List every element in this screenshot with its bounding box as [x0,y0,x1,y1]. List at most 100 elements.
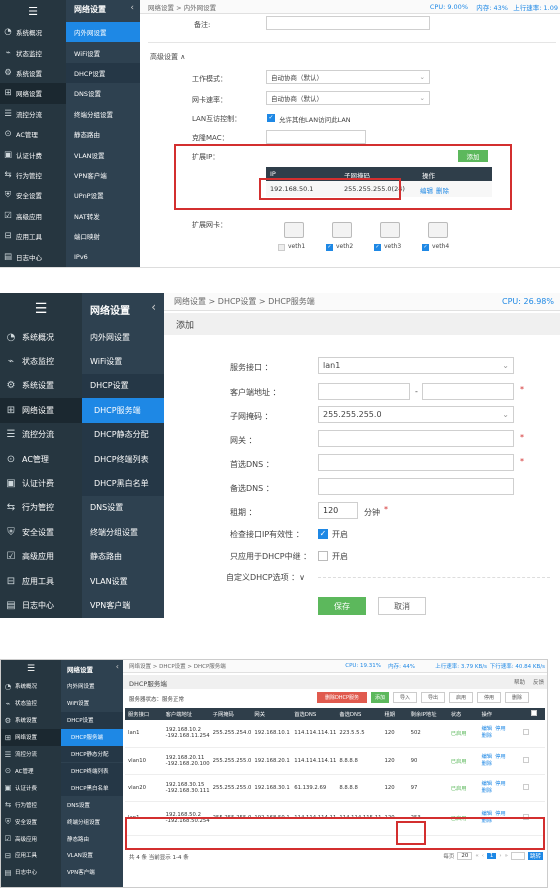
sub-nav-item[interactable]: VLAN设置 [61,847,123,864]
sub-nav-item[interactable]: WiFi设置 [61,695,123,712]
check-interface-checkbox[interactable]: ✓ [318,529,328,539]
toolbar-button[interactable]: 导入 [393,692,417,703]
next-page-icon[interactable]: › [499,853,501,859]
sub-nav-item[interactable]: 内外网设置 [66,22,140,43]
nic-item[interactable]: ✓ veth3 [372,220,412,256]
nav-item[interactable]: ⇆ 行为管控 [0,496,82,520]
delete-link[interactable]: 删除 [481,733,492,739]
sub-nav-item[interactable]: WiFi设置 [66,42,140,62]
nic-speed-select[interactable]: 自动协商（默认） ⌄ [266,91,430,105]
sub-nav-item[interactable]: DHCP终端列表 [82,447,164,472]
page-size-select[interactable]: 20 [457,852,473,860]
nav-item[interactable]: ▣ 认证计费 [1,779,61,796]
collapse-icon[interactable]: ‹ [130,3,134,13]
nic-item[interactable]: ✓ veth4 [420,220,460,256]
service-interface-select[interactable]: lan1 ⌄ [318,357,514,374]
sidebar-toggle[interactable]: ☰ [1,660,61,678]
toolbar-button[interactable]: 添加 [371,692,389,703]
last-page-icon[interactable]: » [505,853,508,859]
nav-item[interactable]: ⊙ AC管理 [1,763,61,780]
sub-nav-item[interactable]: 静态路由 [66,124,140,144]
nav-item[interactable]: ▤ 日志中心 [0,593,82,617]
sub-nav-item[interactable]: WiFi设置 [82,349,164,373]
nav-item[interactable]: ◔ 系统概况 [1,678,61,695]
delete-link[interactable]: 删除 [436,185,449,195]
nav-item[interactable]: ▤ 日志中心 [1,864,61,881]
nav-item[interactable]: ◔ 系统概况 [0,325,82,349]
toolbar-button[interactable]: 停用 [477,692,501,703]
nav-item[interactable]: ⊞ 网络设置 [0,83,66,104]
nav-item[interactable]: ▣ 认证计费 [0,471,82,495]
current-page[interactable]: 1 [486,853,497,859]
row-checkbox[interactable] [523,756,530,763]
remark-input[interactable] [266,16,430,30]
nav-item[interactable]: ⌁ 状态监控 [1,695,61,712]
cancel-button[interactable]: 取消 [378,597,426,615]
prev-page-icon[interactable]: ‹ [482,853,484,859]
sub-nav-item[interactable]: DHCP静态分配 [82,422,164,447]
edit-link[interactable]: 编辑 [481,781,492,787]
nic-checkbox[interactable]: ✓ [422,244,429,251]
collapse-icon[interactable]: ‹ [151,300,156,314]
toolbar-button[interactable]: 启用 [449,692,473,703]
nav-item[interactable]: ⊟ 应用工具 [0,226,66,246]
lan-access-checkbox[interactable]: ✓ [267,114,275,122]
sub-nav-item[interactable]: 终端分组设置 [82,520,164,544]
delete-link[interactable]: 删除 [481,788,492,794]
nav-item[interactable]: ⊞ 网络设置 [1,728,61,746]
subnet-mask-select[interactable]: 255.255.255.0 ⌄ [318,406,514,423]
nav-item[interactable]: ☑ 高级应用 [1,830,61,847]
sub-nav-item[interactable]: DHCP设置 [66,62,140,84]
nav-item[interactable]: ▣ 认证计费 [0,144,66,164]
toolbar-button[interactable]: 导出 [421,692,445,703]
sub-nav-item[interactable]: DHCP设置 [61,711,123,729]
nav-item[interactable]: ⇆ 行为管控 [0,165,66,185]
sub-nav-item[interactable]: 内外网设置 [82,325,164,349]
save-button[interactable]: 保存 [318,597,366,615]
sub-nav-item[interactable]: UPnP设置 [66,185,140,205]
jump-button[interactable]: 跳转 [527,852,543,860]
nav-item[interactable]: ⌁ 状态监控 [0,42,66,62]
nic-checkbox[interactable]: ✓ [374,244,381,251]
nav-item[interactable]: ⊞ 网络设置 [0,398,82,423]
nav-item[interactable]: ☑ 高级应用 [0,206,66,226]
sub-nav-item[interactable]: 静态路由 [82,545,164,569]
sub-nav-item[interactable]: 内外网设置 [61,678,123,695]
nic-item[interactable]: veth1 [276,220,316,256]
disable-link[interactable]: 停用 [495,781,506,787]
work-mode-select[interactable]: 自动协商（默认） ⌄ [266,70,430,84]
sub-nav-item[interactable]: VPN客户端 [66,165,140,185]
sub-nav-item[interactable]: DHCP黑白名单 [61,779,123,797]
sub-nav-item[interactable]: NAT转发 [66,206,140,226]
row-checkbox[interactable] [523,783,530,790]
sub-nav-item[interactable]: DHCP服务端 [61,728,123,746]
primary-dns-input[interactable] [318,454,514,471]
sub-nav-item[interactable]: IPv6 [66,246,140,266]
advanced-toggle[interactable]: 高级设置 ∧ [150,52,185,62]
sub-nav-item[interactable]: 终端分组设置 [66,104,140,124]
toolbar-button[interactable]: 删除DHCP服务 [317,692,367,703]
nav-item[interactable]: ⊟ 应用工具 [1,847,61,864]
sub-nav-item[interactable]: DNS设置 [61,796,123,813]
edit-link[interactable]: 编辑 [481,754,492,760]
nic-item[interactable]: ✓ veth2 [324,220,364,256]
sidebar-toggle[interactable]: ☰ [0,0,66,22]
clone-mac-input[interactable] [266,130,366,144]
pool-end-input[interactable] [422,383,514,400]
feedback-link[interactable]: 反馈 [533,678,544,686]
select-all-checkbox[interactable] [531,710,538,716]
relay-only-checkbox[interactable] [318,551,328,561]
nav-item[interactable]: ⚙ 系统设置 [1,712,61,729]
jump-input[interactable] [510,852,525,860]
nav-item[interactable]: ☰ 流控分流 [1,746,61,763]
help-link[interactable]: 帮助 [514,678,525,686]
disable-link[interactable]: 停用 [495,754,506,760]
sub-nav-item[interactable]: 终端分组设置 [61,813,123,830]
row-checkbox[interactable] [523,729,530,736]
lease-input[interactable]: 120 [318,502,358,519]
nav-item[interactable]: ⛨ 安全设置 [0,185,66,205]
sub-nav-item[interactable]: DNS设置 [66,83,140,103]
sub-nav-item[interactable]: VLAN设置 [66,144,140,164]
edit-link[interactable]: 编辑 [420,185,433,195]
disable-link[interactable]: 停用 [495,726,506,732]
